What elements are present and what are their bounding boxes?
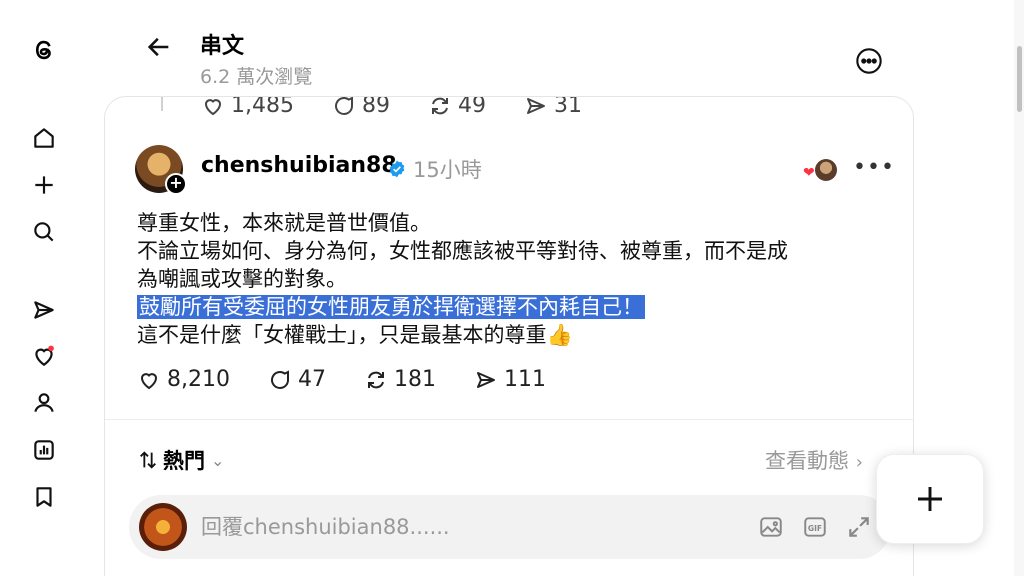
- selected-text: 鼓勵所有受委屈的女性朋友勇於捍衛選擇不內耗自己！: [137, 295, 645, 319]
- post-line: 不論立場如何、身分為何，女性都應該被平等對待、被尊重，而不是成: [137, 239, 788, 263]
- like-button[interactable]: 1,485: [201, 97, 294, 118]
- view-activity-link[interactable]: 查看動態 ›: [765, 445, 863, 475]
- back-arrow-icon[interactable]: [142, 30, 176, 64]
- create-icon[interactable]: [24, 165, 64, 205]
- new-thread-button[interactable]: [876, 454, 984, 544]
- post-time: 15小時: [413, 158, 482, 182]
- expand-icon[interactable]: [845, 513, 873, 541]
- sort-arrows-icon: [140, 451, 156, 469]
- repost-icon: [367, 371, 384, 388]
- post-line: 這不是什麼「女權戰士」，只是最基本的尊重👍: [137, 323, 573, 347]
- current-user-avatar: [139, 503, 187, 551]
- home-icon[interactable]: [24, 118, 64, 158]
- thread-connector: [161, 97, 163, 111]
- scrollbar[interactable]: [1014, 0, 1024, 576]
- previous-post-stats: 1,485 89 49 31: [201, 97, 620, 118]
- comment-button[interactable]: 47: [268, 367, 326, 392]
- thread-card: 1,485 89 49 31 + chenshuibian88 15小時 ❤ •…: [104, 96, 914, 576]
- share-icon: [526, 97, 545, 114]
- svg-text:GIF: GIF: [808, 524, 822, 533]
- share-icon: [476, 371, 495, 388]
- sort-dropdown[interactable]: 熱門 ⌄: [137, 445, 224, 475]
- reply-input[interactable]: 回覆chenshuibian88......: [201, 511, 450, 541]
- chevron-down-icon: ⌄: [211, 450, 225, 470]
- divider: [105, 419, 913, 420]
- post-line: 尊重女性，本來就是普世價值。: [137, 211, 431, 235]
- heart-icon: [140, 372, 158, 389]
- post-line: 為嘲諷或攻擊的對象。: [137, 267, 347, 291]
- verified-badge-icon: [389, 160, 405, 178]
- top-bar: 串文 6.2 萬次瀏覽: [104, 0, 914, 96]
- gif-icon[interactable]: GIF: [801, 513, 829, 541]
- repost-icon: [431, 97, 448, 114]
- reactor-avatar: [815, 159, 837, 181]
- like-button[interactable]: 8,210: [137, 367, 230, 392]
- sidebar: [0, 0, 88, 576]
- image-icon[interactable]: [757, 513, 785, 541]
- comment-icon: [270, 369, 289, 389]
- share-button[interactable]: 31: [524, 97, 582, 118]
- search-icon[interactable]: [24, 212, 64, 252]
- send-icon[interactable]: [24, 290, 64, 330]
- insights-icon[interactable]: [24, 430, 64, 470]
- post-more-icon[interactable]: •••: [853, 155, 895, 180]
- threads-logo-icon[interactable]: [24, 30, 64, 70]
- more-options-icon[interactable]: [854, 46, 884, 76]
- view-count: 6.2 萬次瀏覽: [200, 66, 313, 88]
- comment-icon: [334, 97, 353, 115]
- profile-icon[interactable]: [24, 383, 64, 423]
- saved-icon[interactable]: [24, 477, 64, 517]
- post-body: 尊重女性，本來就是普世價值。 不論立場如何、身分為何，女性都應該被平等對待、被尊…: [137, 209, 897, 349]
- share-button[interactable]: 111: [474, 367, 546, 392]
- reaction-indicator: ❤: [803, 157, 837, 183]
- reply-box[interactable]: 回覆chenshuibian88...... GIF: [129, 495, 891, 559]
- activity-heart-icon[interactable]: [24, 336, 64, 376]
- heart-icon: [204, 98, 222, 115]
- follow-plus-icon[interactable]: +: [165, 173, 187, 195]
- scrollbar-thumb[interactable]: [1017, 46, 1022, 112]
- chevron-right-icon: ›: [855, 452, 863, 473]
- comment-button[interactable]: 89: [332, 97, 390, 118]
- author-username[interactable]: chenshuibian88: [201, 153, 397, 178]
- post-stats: 8,210 47 181 111: [137, 367, 584, 392]
- repost-button[interactable]: 181: [364, 367, 436, 392]
- repost-button[interactable]: 49: [428, 97, 486, 118]
- heart-reaction-icon: ❤: [803, 165, 815, 181]
- page-title: 串文: [200, 34, 245, 59]
- plus-icon: [918, 487, 942, 511]
